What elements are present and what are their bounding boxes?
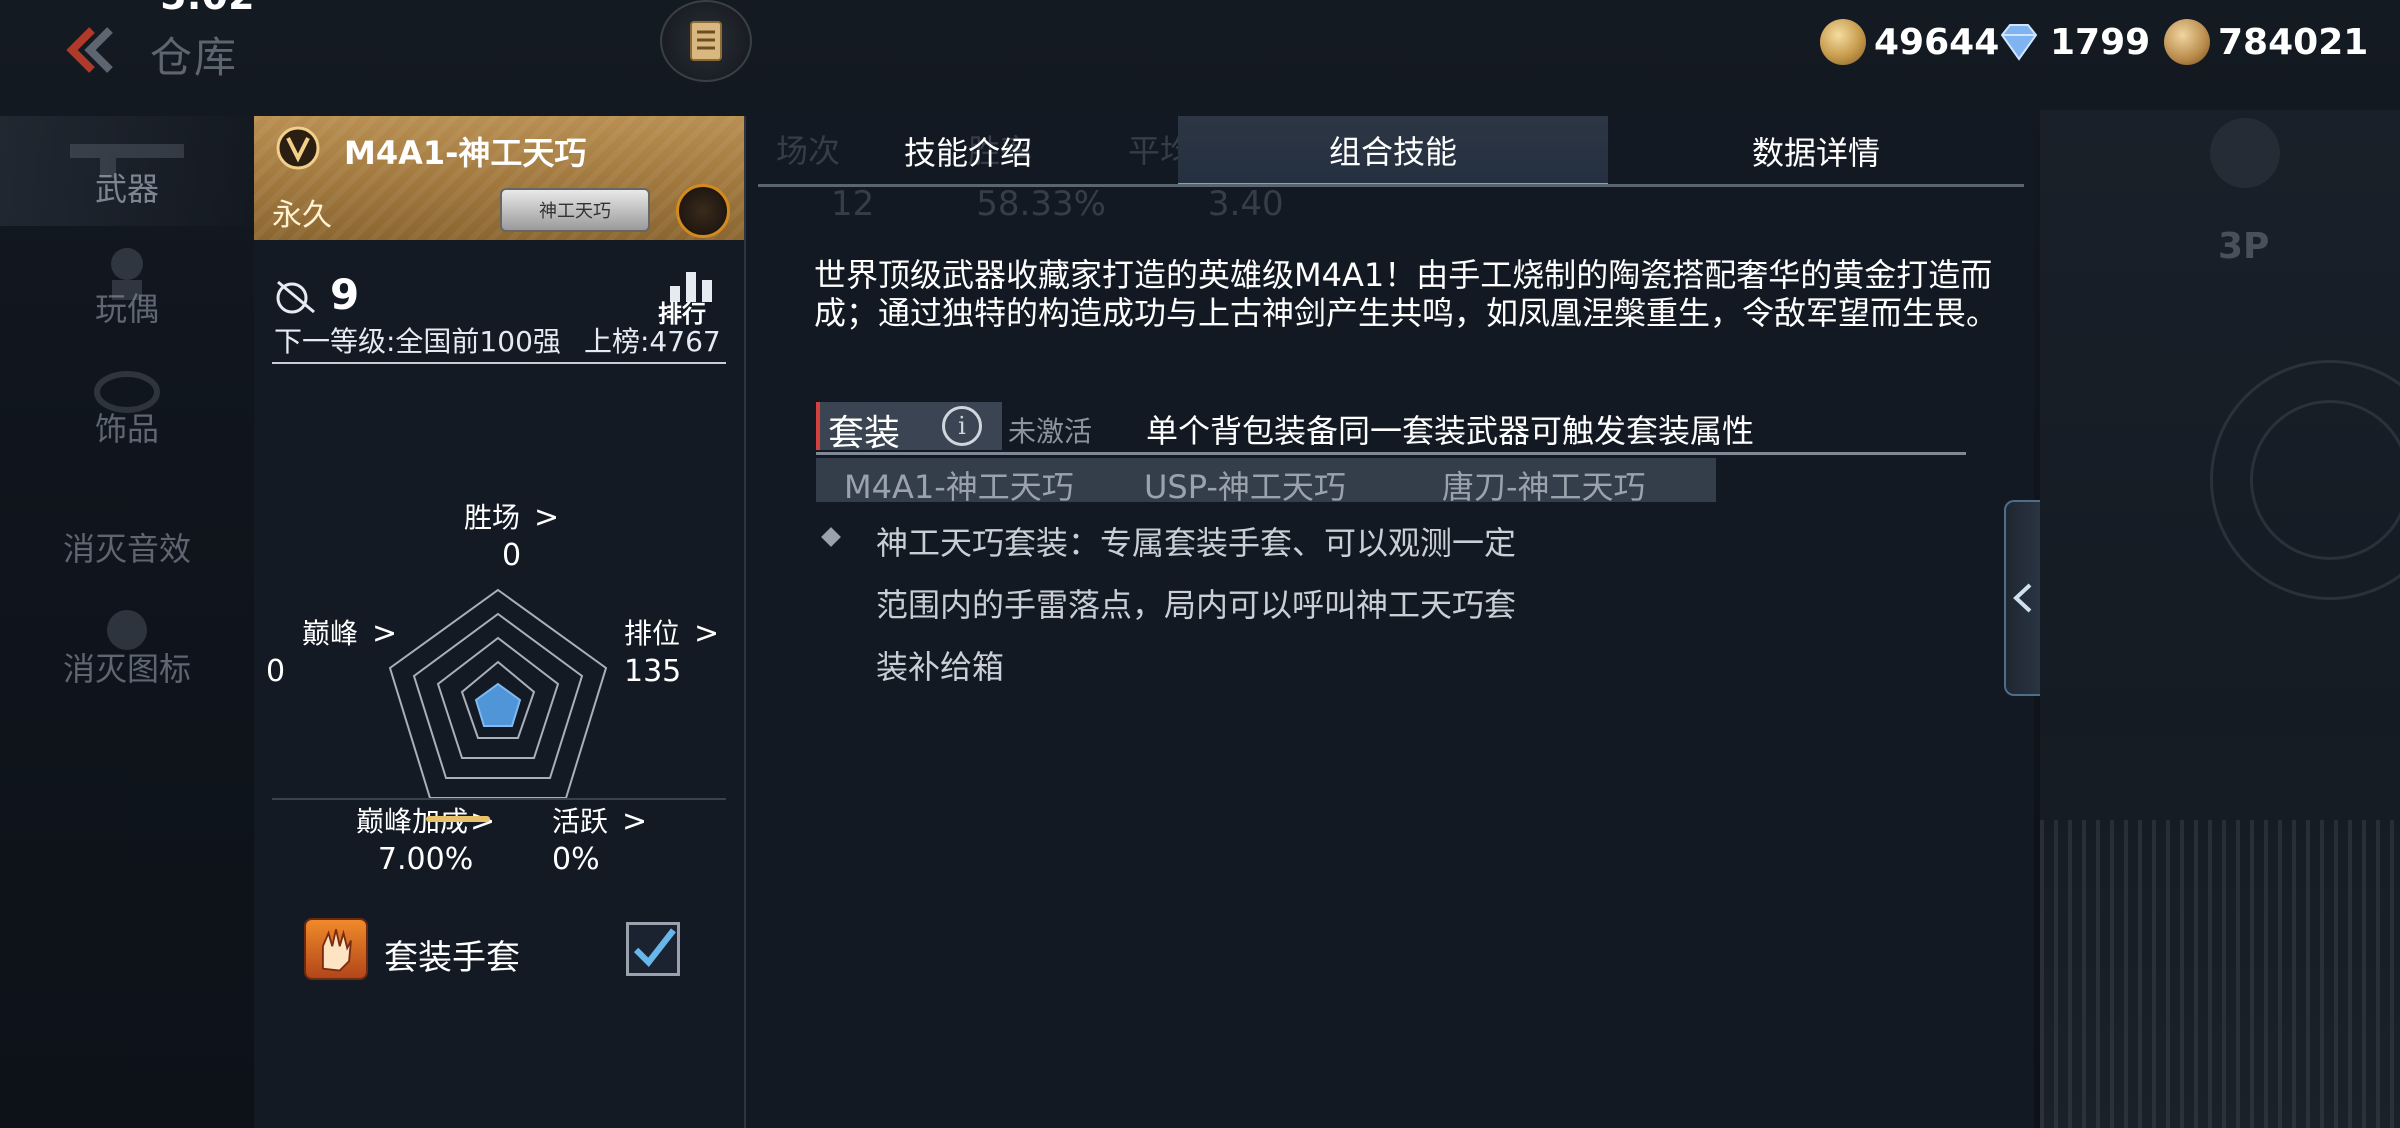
set-member: USP-神工天巧 <box>1144 468 1346 506</box>
sidebar-item-weapons[interactable]: 武器 <box>0 116 254 226</box>
skin-series-tag: 神工天巧 <box>500 188 650 232</box>
stat-activity-label: 活跃 <box>552 805 609 838</box>
collapse-panel-button[interactable] <box>2004 500 2040 696</box>
stat-rank[interactable]: 排位 > 135 <box>624 612 719 689</box>
stat-peak-label: 巅峰 <box>302 617 359 650</box>
chevron-right-icon: > <box>534 500 560 535</box>
view-toggle-3p[interactable]: 3P <box>2218 226 2269 267</box>
weapon-description: 世界顶级武器收藏家打造的英雄级M4A1！由手工烧制的陶瓷搭配奢华的黄金打造而成；… <box>814 256 1999 332</box>
weapon-level-value: 9 <box>330 270 360 319</box>
set-hint: 单个背包装备同一套装武器可触发套装属性 <box>1146 412 1755 450</box>
currency-diamond[interactable]: 1799 <box>1996 18 2150 66</box>
info-icon[interactable]: i <box>942 406 982 446</box>
set-members-bar: M4A1-神工天巧 USP-神工天巧 唐刀-神工天巧 <box>816 458 1716 506</box>
suit-glove-label: 套装手套 <box>384 938 520 978</box>
stat-rank-label: 排位 <box>624 617 681 650</box>
suit-glove-checkbox[interactable] <box>626 922 680 976</box>
tab-skill-intro[interactable]: 技能介绍 <box>758 116 1178 186</box>
weapon-level-row: 9 <box>274 266 724 326</box>
set-member: M4A1-神工天巧 <box>844 468 1074 506</box>
weapon-name: M4A1-神工天巧 <box>344 134 587 172</box>
stat-peak-value: 0 <box>266 654 286 689</box>
checkmark-icon <box>633 928 676 968</box>
stat-peak-bonus-value: 7.00% <box>377 842 474 877</box>
gamepad-button[interactable] <box>2210 118 2280 188</box>
notes-button[interactable] <box>660 0 752 82</box>
sidebar: 武器 玩偶 饰品 消灭音效 消灭图标 <box>0 116 254 1128</box>
weapon-card: M4A1-神工天巧 永久 神工天巧 9 排行 下一等级:全国前100强 上榜:4… <box>254 116 744 1128</box>
tabs-underline <box>758 184 2024 187</box>
doll-icon <box>111 248 143 300</box>
chevron-left-icon <box>2013 583 2032 613</box>
stat-rank-value: 135 <box>624 654 682 689</box>
skull-icon <box>107 610 147 650</box>
chevron-right-icon: > <box>622 804 648 839</box>
sidebar-item-accessories[interactable]: 饰品 <box>0 356 254 466</box>
set-label-pill: 套装 i <box>816 402 1002 454</box>
weapon-level-icon <box>276 280 315 314</box>
stats-radar: 胜场 > 0 巅峰 > 0 排位 > 135 巅峰加成> 7.00% 活跃 > 0% <box>254 366 744 926</box>
set-member: 唐刀-神工天巧 <box>1442 468 1646 506</box>
stat-wins-label: 胜场 <box>464 501 521 534</box>
back-arrow-icon <box>66 27 113 73</box>
page-indicator <box>426 816 490 822</box>
stat-activity-value: 0% <box>552 842 600 877</box>
weapon-duration: 永久 <box>272 198 332 233</box>
next-level-text: 下一等级:全国前100强 <box>274 325 561 358</box>
target-ring <box>2250 400 2400 560</box>
chevron-right-icon: > <box>694 616 720 651</box>
set-status: 未激活 <box>1008 415 1093 448</box>
stat-activity[interactable]: 活跃 > 0% <box>552 800 647 877</box>
currency-gold-value: 49644 <box>1874 21 2000 63</box>
stat-peak[interactable]: 巅峰 > 0 <box>266 612 398 689</box>
stat-wins-value: 0 <box>502 538 522 573</box>
sidebar-item-kill-icon[interactable]: 消灭图标 <box>0 596 254 706</box>
suit-glove-row[interactable]: 套装手套 <box>304 918 704 982</box>
stat-peak-bonus[interactable]: 巅峰加成> 7.00% <box>356 800 495 877</box>
divider <box>272 798 726 800</box>
page-title: 仓库 <box>150 33 239 82</box>
grade-medal-icon[interactable] <box>676 184 730 238</box>
tab-data-details[interactable]: 数据详情 <box>1608 116 2024 186</box>
board-rank-text: 上榜:4767 <box>584 325 721 358</box>
weapon-card-header: M4A1-神工天巧 永久 神工天巧 <box>254 116 744 240</box>
chevron-right-icon: > <box>372 616 398 651</box>
detail-panel: 场次 胜率 平均KDA 12 58.33% 3.40 技能介绍 组合技能 数据详… <box>744 116 2034 1128</box>
currency-diamond-value: 1799 <box>2050 21 2151 63</box>
accessory-icon <box>94 371 160 413</box>
stat-wins[interactable]: 胜场 > 0 <box>464 496 559 573</box>
radar-pentagon-chart <box>388 588 608 799</box>
tab-combo-skill[interactable]: 组合技能 <box>1178 116 1608 186</box>
currency-medal[interactable]: 784021 <box>2164 18 2368 66</box>
gold-coin-icon <box>1820 19 1866 65</box>
bullet-diamond-icon <box>821 527 841 547</box>
currency-medal-value: 784021 <box>2218 21 2369 63</box>
detail-tabs: 技能介绍 组合技能 数据详情 <box>758 116 2024 186</box>
divider <box>816 452 1966 455</box>
currency-gold[interactable]: 49644 <box>1820 18 1999 66</box>
back-button[interactable] <box>60 20 120 80</box>
glove-icon <box>304 918 368 980</box>
set-header-row: 套装 i 未激活 单个背包装备同一套装武器可触发套装属性 <box>816 402 1966 454</box>
set-effect-line: 装补给箱 <box>876 648 1005 686</box>
status-time: 5:02 <box>160 0 255 18</box>
medal-coin-icon <box>2164 19 2210 65</box>
sidebar-item-label: 消灭音效 <box>62 530 191 568</box>
rifle-icon <box>70 144 184 178</box>
diamond-icon <box>1996 19 2042 65</box>
sidebar-item-dolls[interactable]: 玩偶 <box>0 236 254 346</box>
top-bar: 5:02 仓库 49644 1799 784021 <box>0 0 2400 100</box>
sidebar-item-kill-sound[interactable]: 消灭音效 <box>0 476 254 586</box>
set-label: 套装 <box>828 413 901 454</box>
v-rank-badge-icon <box>276 126 320 170</box>
divider <box>272 362 726 364</box>
set-effect-line: 范围内的手雷落点，局内可以呼叫神工天巧套 <box>876 586 1517 624</box>
background-grate <box>2040 820 2400 1128</box>
set-effect-line: 神工天巧套装：专属套装手套、可以观测一定 <box>876 524 1517 562</box>
notes-icon <box>690 21 722 61</box>
